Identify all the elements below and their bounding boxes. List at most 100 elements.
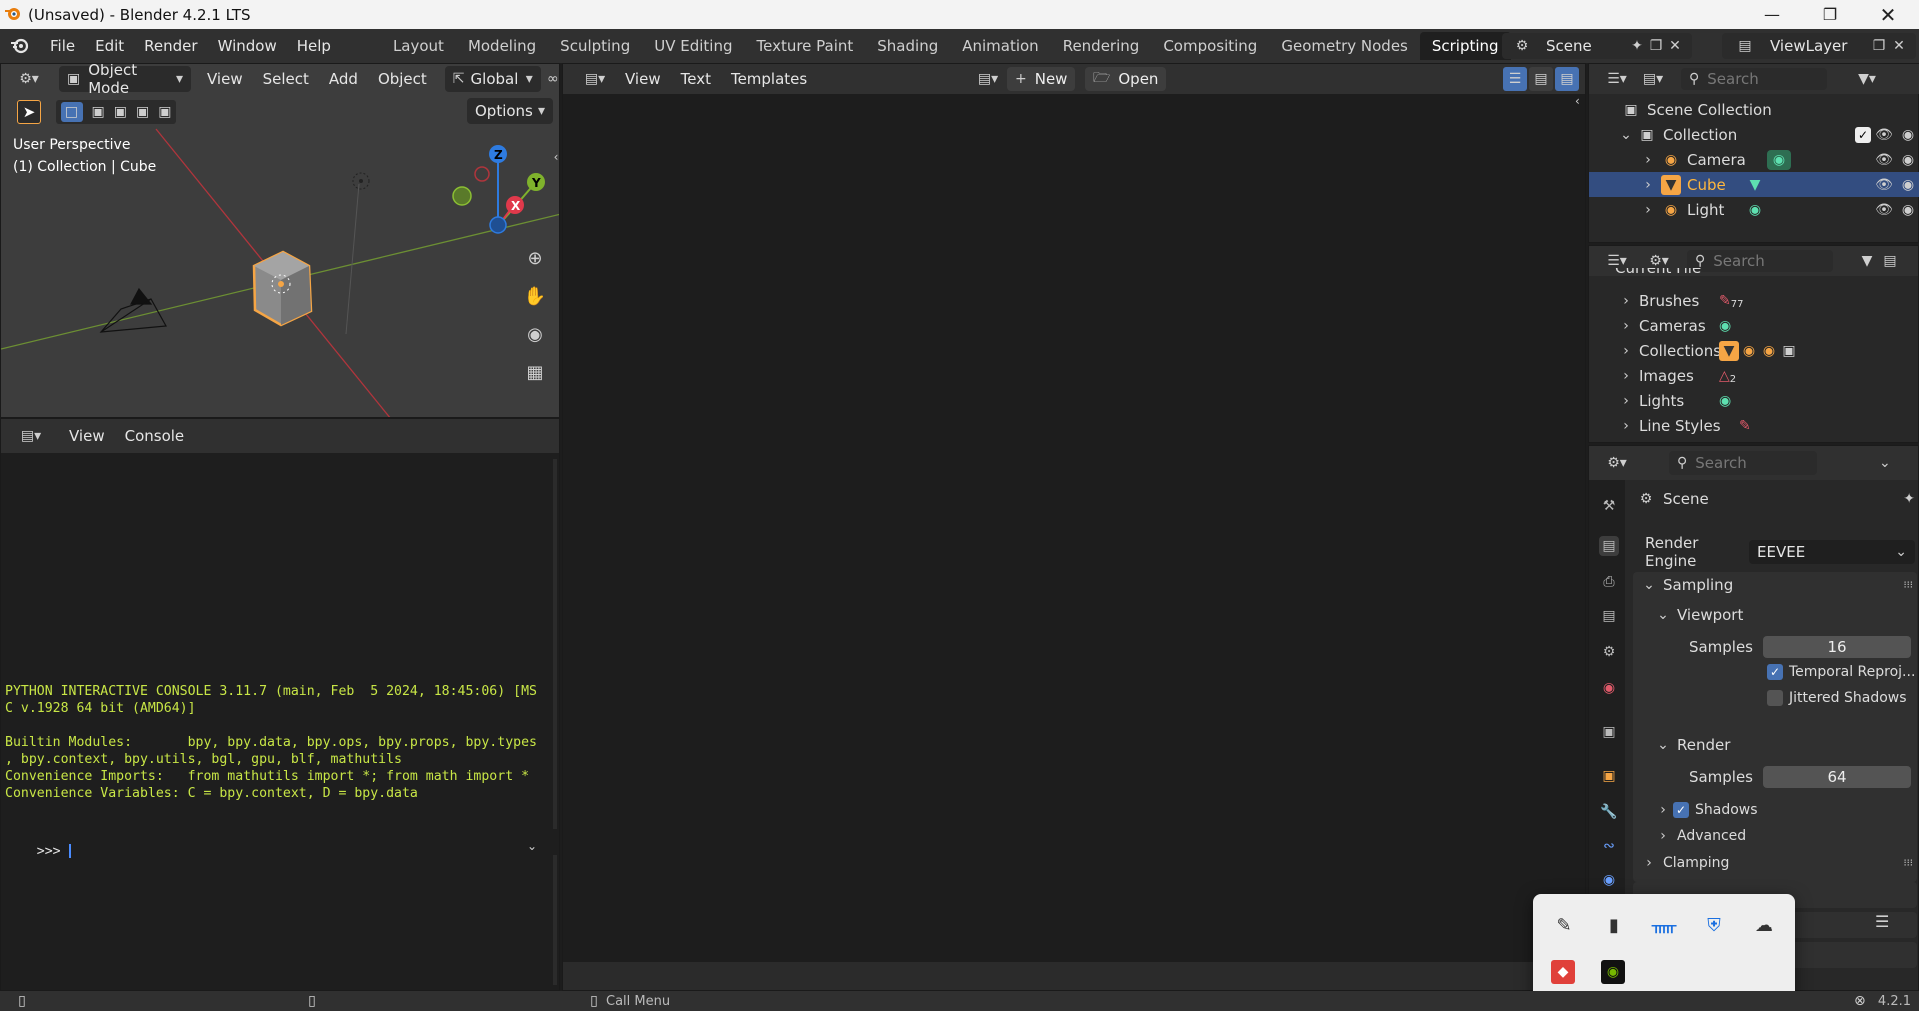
viewport-menu-select[interactable]: Select xyxy=(253,70,319,88)
outliner-editor-type-icon[interactable]: ☰▾ xyxy=(1599,253,1635,269)
select-extend-icon[interactable]: ▣ xyxy=(92,104,105,120)
camera-view-icon[interactable]: ◉ xyxy=(521,320,549,348)
mesh-data-icon[interactable]: ▼ xyxy=(1743,177,1767,193)
tab-scripting[interactable]: Scripting xyxy=(1419,32,1511,60)
chevron-down-icon[interactable]: ⌄ xyxy=(1879,455,1891,471)
zoom-icon[interactable]: ⊕ xyxy=(521,244,549,272)
modifiers-tab-icon[interactable]: 🔧 xyxy=(1599,802,1619,822)
new-text-button[interactable]: + New xyxy=(1007,67,1076,91)
chevron-right-icon[interactable]: › xyxy=(1619,368,1633,384)
tab-geometry-nodes[interactable]: Geometry Nodes xyxy=(1269,32,1420,60)
tab-modeling[interactable]: Modeling xyxy=(456,32,548,60)
new-viewlayer-icon[interactable]: ❐ xyxy=(1868,38,1890,54)
jittered-shadows-checkbox[interactable] xyxy=(1767,690,1783,706)
output-tab-icon[interactable]: ⎙ xyxy=(1599,572,1619,592)
selection-mode-buttons[interactable]: □ ▣ ▣ ▣ ▣ xyxy=(56,100,176,124)
sampling-panel-header[interactable]: ⌄ Sampling ⁝⁝⁝ xyxy=(1641,576,1913,594)
render-tab-icon[interactable]: ▤ xyxy=(1599,536,1619,556)
tab-shading[interactable]: Shading xyxy=(865,32,950,60)
viewport-menu-view[interactable]: View xyxy=(197,70,253,88)
syntax-highlight-icon[interactable]: ▤ xyxy=(1555,67,1579,91)
chevron-right-icon[interactable]: › xyxy=(1641,202,1655,218)
file-item-images[interactable]: › Images △ 2 xyxy=(1589,363,1918,388)
pan-hand-icon[interactable]: ✋ xyxy=(521,282,549,310)
list-icon[interactable]: ☰ xyxy=(1875,912,1889,931)
render-subpanel-header[interactable]: ⌄ Render xyxy=(1655,736,1730,754)
jittered-shadows-row[interactable]: Jittered Shadows xyxy=(1767,690,1907,706)
tab-texture-paint[interactable]: Texture Paint xyxy=(744,32,865,60)
tab-animation[interactable]: Animation xyxy=(950,32,1050,60)
file-item-cameras[interactable]: › Cameras ◉ xyxy=(1589,313,1918,338)
outliner-item-camera[interactable]: › ◉ Camera ◉ 👁 ◉ xyxy=(1589,147,1919,172)
tab-sculpting[interactable]: Sculpting xyxy=(548,32,642,60)
text-menu-text[interactable]: Text xyxy=(671,70,721,88)
chevron-right-icon[interactable]: › xyxy=(1641,152,1655,168)
minimize-button[interactable]: — xyxy=(1743,0,1801,29)
scene-collection-row[interactable]: ▣ Scene Collection xyxy=(1589,97,1919,122)
text-menu-templates[interactable]: Templates xyxy=(721,70,817,88)
camera-data-icon[interactable]: ◉ xyxy=(1767,149,1791,170)
eye-icon[interactable]: 👁 xyxy=(1871,177,1897,193)
text-editor[interactable]: ▤▾ View Text Templates ▤▾ + New 🗁 Open ☰… xyxy=(562,63,1586,991)
menu-help[interactable]: Help xyxy=(287,37,341,55)
scene-tab-icon[interactable]: ⚙ xyxy=(1599,642,1619,662)
properties-editor-type-icon[interactable]: ⚙▾ xyxy=(1599,455,1635,471)
viewport-subpanel-header[interactable]: ⌄ Viewport xyxy=(1655,606,1743,624)
console-prompt[interactable]: >>> xyxy=(5,826,71,877)
outliner-item-light[interactable]: › ◉ Light ◉ 👁 ◉ xyxy=(1589,197,1919,222)
tab-layout[interactable]: Layout xyxy=(381,32,456,60)
sidebar-toggle-icon[interactable]: ‹ xyxy=(551,147,559,167)
current-file-row[interactable]: Current File xyxy=(1589,268,1918,282)
sidebar-toggle-icon[interactable]: ‹ xyxy=(1575,94,1580,108)
pin-icon[interactable]: ✦ xyxy=(1628,38,1646,54)
collection-row[interactable]: ⌄ ▣ Collection ✓ 👁 ◉ xyxy=(1589,122,1919,147)
clamping-panel-header[interactable]: › Clamping ⁝⁝⁝ xyxy=(1641,855,1913,871)
physics-tab-icon[interactable]: ◉ xyxy=(1599,870,1619,890)
particles-tab-icon[interactable]: ∾ xyxy=(1599,836,1619,856)
text-menu-view[interactable]: View xyxy=(615,70,671,88)
blender-menu-icon[interactable] xyxy=(0,37,40,55)
outliner[interactable]: ☰▾ ▤▾ ⚲ Search ▼▾ ▣ Scene Collection ⌄ ▣… xyxy=(1588,63,1919,243)
properties-search[interactable]: ⚲ Search xyxy=(1669,451,1817,475)
select-subtract-icon[interactable]: ▣ xyxy=(114,104,127,120)
drag-handle-icon[interactable]: ⁝⁝⁝ xyxy=(1903,858,1913,869)
file-item-lights[interactable]: › Lights ◉ xyxy=(1589,388,1918,413)
menu-render[interactable]: Render xyxy=(134,37,207,55)
orientation-selector[interactable]: ⇱ Global ▾ xyxy=(444,66,541,92)
shadows-checkbox[interactable]: ✓ xyxy=(1673,802,1689,818)
python-console[interactable]: ▤▾ View Console PYTHON INTERACTIVE CONSO… xyxy=(0,418,560,991)
view-layer-tab-icon[interactable]: ▤ xyxy=(1599,606,1619,626)
object-tab-icon[interactable]: ▣ xyxy=(1599,766,1619,786)
filter-icon[interactable]: ▼ xyxy=(1855,253,1879,269)
chevron-right-icon[interactable]: › xyxy=(1619,393,1633,409)
blender-file-outliner[interactable]: ☰▾ ⚙▾ ⚲ Search ▼ ▤ Current File › Brushe… xyxy=(1588,245,1919,443)
select-invert-icon[interactable]: ▣ xyxy=(136,104,149,120)
tool-tab-icon[interactable]: ⚒ xyxy=(1599,496,1619,516)
render-samples-field[interactable]: 64 xyxy=(1763,766,1911,788)
open-text-button[interactable]: 🗁 Open xyxy=(1085,67,1167,91)
editor-type-icon[interactable]: ⚙▾ xyxy=(7,71,51,87)
chevron-right-icon[interactable]: › xyxy=(1619,293,1633,309)
file-item-line-styles[interactable]: › Line Styles ✎ xyxy=(1589,413,1918,438)
nvidia-tray-icon[interactable]: ◉ xyxy=(1601,960,1625,984)
delete-scene-icon[interactable]: ✕ xyxy=(1666,38,1684,54)
select-tool-icon[interactable]: ➤ xyxy=(17,100,41,124)
security-shield-tray-icon[interactable]: ⛨ xyxy=(1701,912,1727,938)
word-wrap-icon[interactable]: ▤ xyxy=(1529,67,1553,91)
line-numbers-icon[interactable]: ☰ xyxy=(1503,67,1527,91)
select-new-icon[interactable]: □ xyxy=(60,102,83,122)
console-menu-console[interactable]: Console xyxy=(115,427,195,445)
filter-icon[interactable]: ▼▾ xyxy=(1847,71,1887,87)
new-scene-icon[interactable]: ❐ xyxy=(1646,38,1666,54)
pen-tray-icon[interactable]: ✎ xyxy=(1551,912,1577,938)
render-camera-icon[interactable]: ◉ xyxy=(1897,202,1919,218)
file-item-collections[interactable]: › Collections ▼ ◉ ◉ ▣ xyxy=(1589,338,1918,363)
viewport-menu-object[interactable]: Object xyxy=(368,70,437,88)
temporal-reprojection-row[interactable]: ✓ Temporal Reproj... xyxy=(1767,664,1915,680)
link-icon[interactable]: ∞ xyxy=(545,71,559,87)
chevron-right-icon[interactable]: › xyxy=(1619,418,1633,434)
viewport-3d[interactable]: Z Y X ⚙▾ ▣ Object Mode ▾ View Select Add… xyxy=(0,63,560,418)
text-browse-icon[interactable]: ▤▾ xyxy=(971,68,1005,90)
usb-tray-icon[interactable]: ▮ xyxy=(1601,912,1627,938)
options-dropdown[interactable]: Options ▾ xyxy=(467,98,553,124)
